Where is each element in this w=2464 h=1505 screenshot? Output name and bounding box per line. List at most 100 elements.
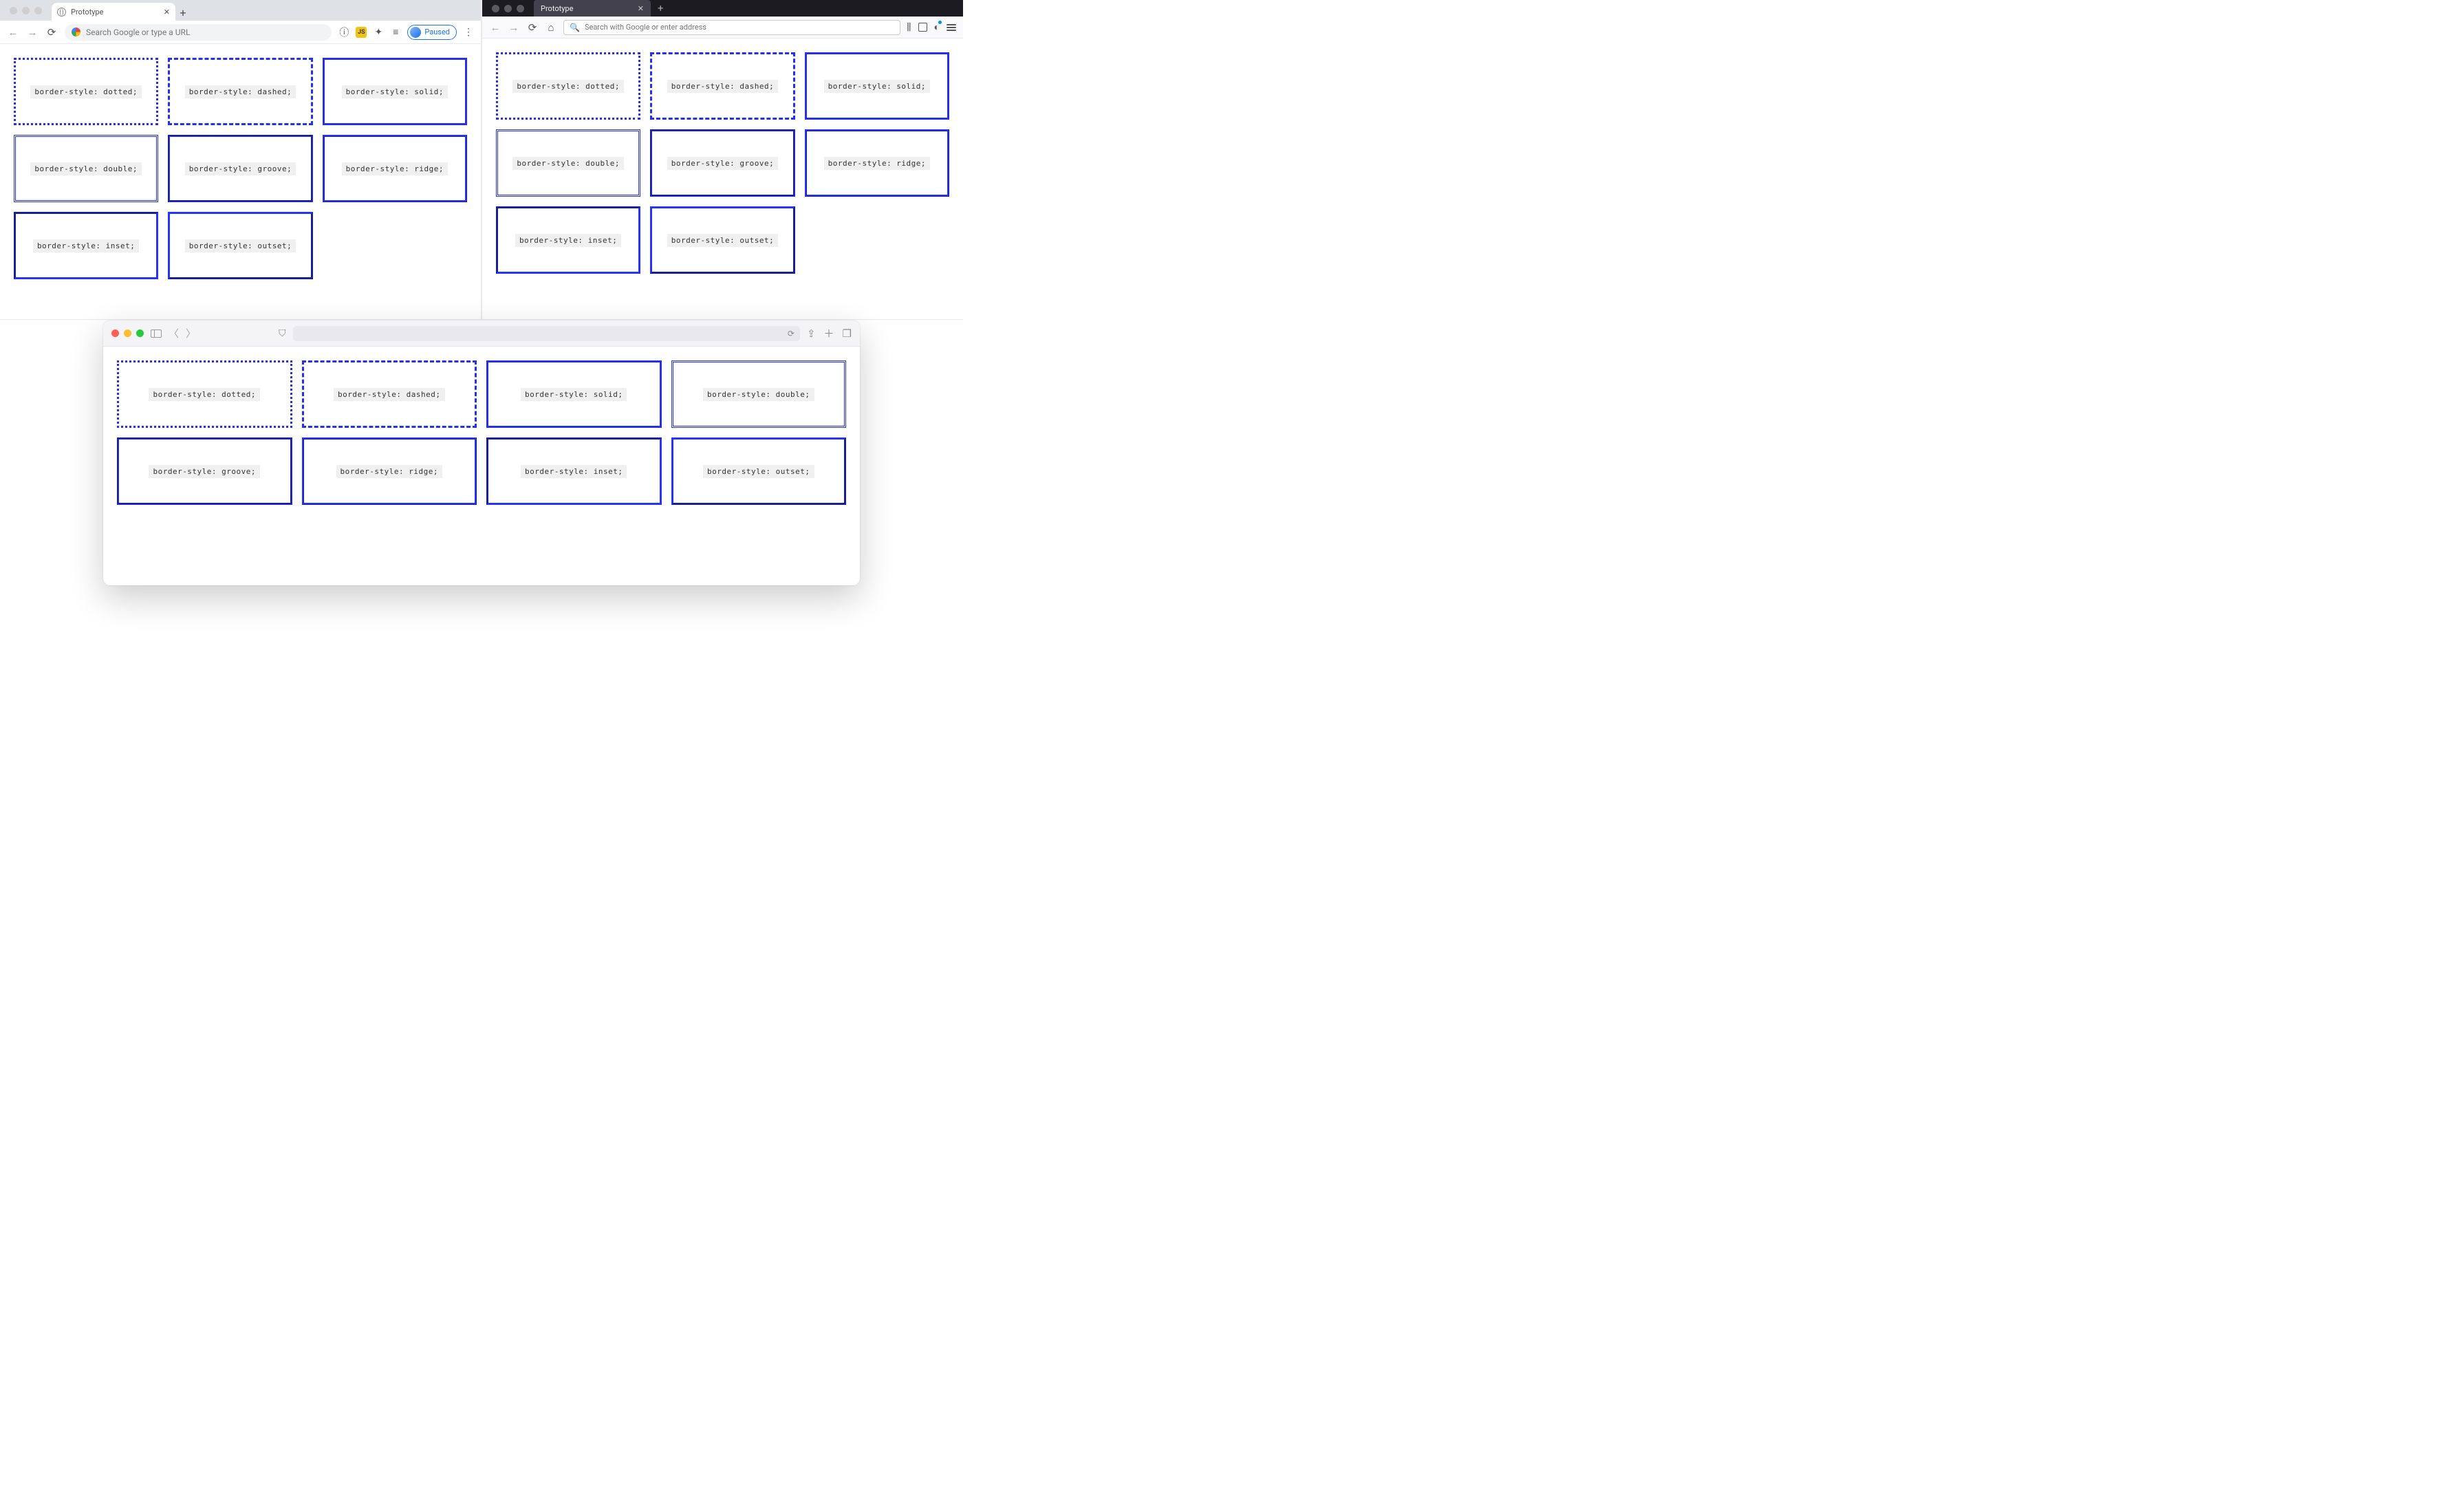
omnibox-placeholder: Search Google or type a URL (86, 28, 190, 37)
zoom-window-button[interactable] (34, 7, 42, 14)
card-groove: border-style: groove; (650, 129, 795, 197)
reload-button[interactable]: ⟳ (526, 21, 539, 34)
card-label: border-style: inset; (515, 234, 621, 247)
border-style-grid: border-style: dotted; border-style: dash… (496, 52, 949, 274)
urlbar-placeholder: Search with Google or enter address (585, 23, 706, 32)
zoom-window-button[interactable] (517, 5, 524, 12)
firefox-viewport: border-style: dotted; border-style: dash… (482, 39, 963, 319)
close-window-button[interactable] (10, 7, 17, 14)
tab-title: Prototype (71, 8, 103, 17)
close-window-button[interactable] (492, 5, 499, 12)
new-tab-button[interactable]: + (175, 6, 191, 21)
card-label: border-style: solid; (521, 388, 627, 401)
card-dotted: border-style: dotted; (14, 58, 158, 125)
card-label: border-style: dashed; (334, 388, 445, 401)
card-label: border-style: ridge; (824, 157, 930, 170)
back-button[interactable]: ← (7, 26, 19, 39)
chrome-window: Prototype ✕ + ← → ⟳ Search Google or typ… (0, 0, 482, 320)
card-groove: border-style: groove; (168, 135, 312, 202)
tabs-overview-icon[interactable]: ❐ (843, 327, 852, 340)
firefox-menu-icon[interactable] (947, 24, 956, 31)
card-label: border-style: dashed; (667, 80, 779, 93)
firefox-tab-active[interactable]: Prototype ✕ (534, 0, 651, 17)
account-icon[interactable]: ◐ (934, 21, 940, 33)
back-button[interactable]: 〈 (169, 326, 179, 340)
profile-label: Paused (424, 28, 450, 36)
card-inset: border-style: inset; (486, 437, 662, 505)
card-label: border-style: dashed; (185, 85, 296, 98)
share-icon[interactable]: ⇪ (807, 327, 816, 340)
js-extension-icon[interactable]: JS (356, 27, 367, 38)
card-label: border-style: groove; (149, 465, 260, 478)
globe-icon (57, 8, 66, 17)
safari-viewport: border-style: dotted; border-style: dash… (103, 347, 860, 585)
card-label: border-style: ridge; (336, 465, 442, 478)
card-inset: border-style: inset; (14, 212, 158, 279)
card-label: border-style: ridge; (342, 162, 448, 175)
chrome-traffic-lights[interactable] (0, 0, 52, 21)
forward-button[interactable]: → (26, 26, 39, 39)
firefox-urlbar[interactable]: 🔍 Search with Google or enter address (563, 20, 900, 35)
back-button[interactable]: ← (489, 21, 501, 34)
tab-title: Prototype (541, 4, 573, 13)
firefox-actions: ⫼ ◐ (907, 21, 956, 33)
minimize-window-button[interactable] (22, 7, 30, 14)
firefox-traffic-lights[interactable] (482, 5, 534, 12)
firefox-toolbar: ← → ⟳ ⌂ 🔍 Search with Google or enter ad… (482, 17, 963, 39)
card-label: border-style: outset; (185, 239, 296, 252)
card-label: border-style: groove; (667, 157, 779, 170)
forward-button[interactable]: → (508, 21, 520, 34)
minimize-window-button[interactable] (124, 329, 131, 337)
card-solid: border-style: solid; (323, 58, 467, 125)
sidebar-toggle-icon[interactable] (151, 329, 162, 338)
card-double: border-style: double; (671, 360, 847, 428)
card-ridge: border-style: ridge; (323, 135, 467, 202)
zoom-window-button[interactable] (136, 329, 144, 337)
card-label: border-style: inset; (33, 239, 139, 252)
profile-paused-chip[interactable]: Paused (407, 25, 457, 40)
card-label: border-style: solid; (342, 85, 448, 98)
minimize-window-button[interactable] (504, 5, 512, 12)
card-double: border-style: double; (496, 129, 640, 197)
extensions-icon[interactable]: ✦ (373, 27, 384, 38)
card-label: border-style: dotted; (30, 85, 142, 98)
card-label: border-style: double; (512, 157, 624, 170)
card-groove: border-style: groove; (117, 437, 292, 505)
card-label: border-style: double; (703, 388, 814, 401)
card-outset: border-style: outset; (168, 212, 312, 279)
card-dashed: border-style: dashed; (302, 360, 477, 428)
card-label: border-style: double; (30, 162, 142, 175)
card-double: border-style: double; (14, 135, 158, 202)
home-button[interactable]: ⌂ (545, 21, 557, 34)
chrome-tab-active[interactable]: Prototype ✕ (52, 3, 175, 21)
safari-window: 〈 〉 ⛉ ⟳ ⇪ ＋ ❐ border-style: dotted; bord… (103, 321, 860, 585)
reading-list-icon[interactable]: ≡ (390, 27, 401, 38)
profile-avatar-icon (410, 27, 421, 38)
card-inset: border-style: inset; (496, 206, 640, 274)
safari-toolbar: 〈 〉 ⛉ ⟳ ⇪ ＋ ❐ (103, 321, 860, 347)
info-icon[interactable]: ⓘ (338, 27, 349, 38)
chrome-viewport: border-style: dotted; border-style: dash… (0, 44, 481, 319)
sidebar-icon[interactable] (918, 23, 927, 32)
chrome-menu-icon[interactable]: ⋮ (463, 27, 474, 38)
privacy-shield-icon[interactable]: ⛉ (279, 328, 286, 339)
card-ridge: border-style: ridge; (805, 129, 949, 197)
firefox-tabstrip: Prototype ✕ + (482, 0, 963, 17)
card-solid: border-style: solid; (805, 52, 949, 120)
safari-urlbar[interactable]: ⟳ (293, 326, 800, 341)
chrome-actions: ⓘ JS ✦ ≡ Paused ⋮ (338, 25, 474, 40)
new-tab-button[interactable]: + (651, 2, 671, 14)
close-tab-icon[interactable]: ✕ (164, 8, 170, 17)
library-icon[interactable]: ⫼ (907, 22, 911, 33)
forward-button[interactable]: 〉 (186, 326, 196, 340)
reload-button[interactable]: ⟳ (45, 26, 58, 39)
card-dotted: border-style: dotted; (117, 360, 292, 428)
close-tab-icon[interactable]: ✕ (638, 4, 644, 13)
safari-traffic-lights[interactable] (111, 329, 144, 337)
close-window-button[interactable] (111, 329, 119, 337)
chrome-omnibox[interactable]: Search Google or type a URL (65, 24, 332, 41)
chrome-tabstrip: Prototype ✕ + (0, 0, 481, 21)
new-tab-icon[interactable]: ＋ (824, 326, 834, 340)
card-label: border-style: dotted; (512, 80, 624, 93)
reload-icon[interactable]: ⟳ (788, 329, 795, 338)
